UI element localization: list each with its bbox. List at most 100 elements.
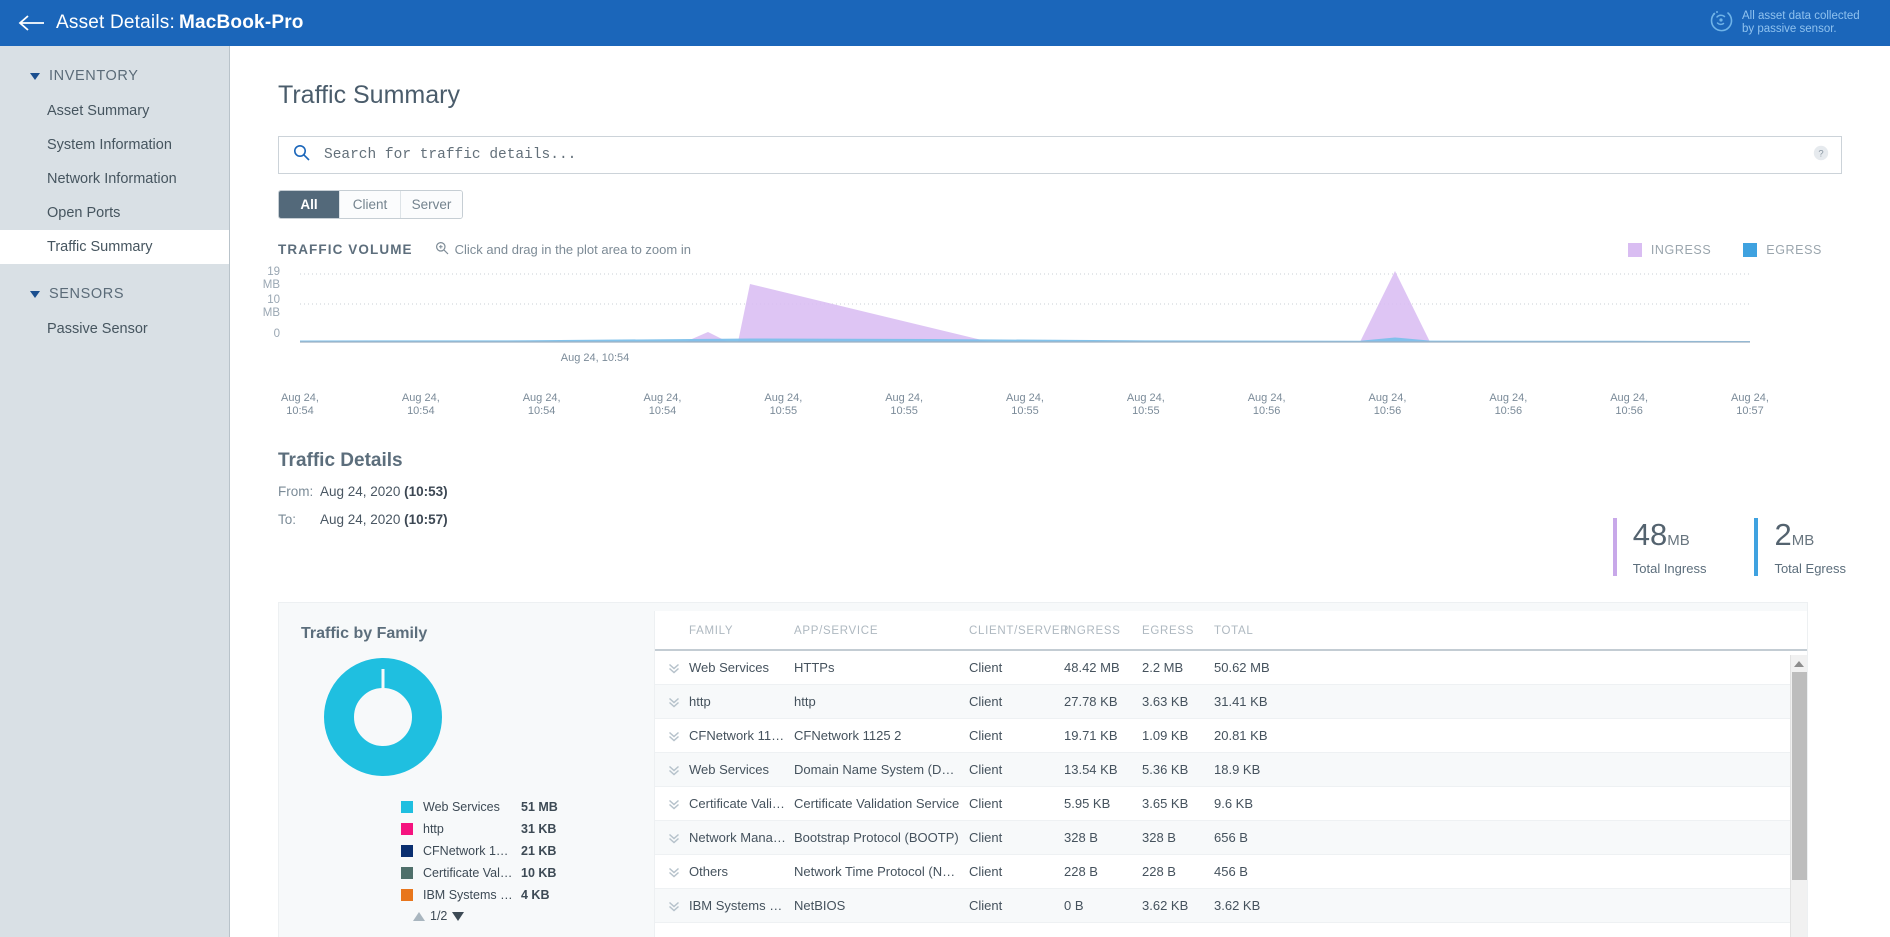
family-legend-item[interactable]: Certificate Val… 10 KB — [401, 862, 654, 884]
row-expand-button[interactable] — [655, 888, 689, 923]
chart-legend: INGRESS EGRESS — [1627, 243, 1822, 257]
row-expand-button[interactable] — [655, 718, 689, 753]
table-row[interactable]: IBM Systems Net… NetBIOS Client 0 B 3.62 KB 3… — [655, 888, 1807, 923]
row-expand-button[interactable] — [655, 786, 689, 821]
asset-details-page: Asset Details: MacBook-Pro All asset data… — [0, 0, 1890, 937]
chart-title: TRAFFIC VOLUME — [278, 242, 413, 257]
col-app-service[interactable]: APP/SERVICE — [794, 611, 969, 651]
col-expand — [655, 611, 689, 651]
cell-family: CFNetwork 1125 2 — [689, 718, 794, 753]
traffic-by-family-title: Traffic by Family — [301, 625, 428, 642]
scroll-up-arrow-icon[interactable] — [1791, 655, 1807, 672]
table-row[interactable]: Others Network Time Protocol (NTP) Client 2… — [655, 854, 1807, 889]
family-legend-item[interactable]: http 31 KB — [401, 818, 654, 840]
sidebar-item-passive-sensor[interactable]: Passive Sensor — [0, 312, 229, 346]
traffic-details-title: Traffic Details — [278, 450, 403, 471]
x-axis-ticks: Aug 24, 10:54 — [230, 352, 1890, 388]
traffic-volume-plot[interactable]: 19 MB 10 MB 0 Aug 24, 10:54 — [230, 266, 1890, 390]
row-expand-button[interactable] — [655, 684, 689, 719]
chevron-double-down-icon — [669, 731, 679, 742]
family-legend-item[interactable]: CFNetwork 1… 21 KB — [401, 840, 654, 862]
total-ingress-value-wrap: 48MB — [1633, 518, 1707, 558]
row-expand-button[interactable] — [655, 752, 689, 787]
cell-app-service: Certificate Validation Service — [794, 786, 969, 821]
sidebar-item-traffic-summary[interactable]: Traffic Summary — [0, 230, 229, 264]
sidebar-item-asset-summary[interactable]: Asset Summary — [0, 94, 229, 128]
x-axis-tick-label: Aug 24, 10:56 — [1489, 392, 1528, 417]
sidebar-group-sensors[interactable]: SENSORS — [0, 264, 229, 312]
tab-all[interactable]: All — [279, 191, 340, 218]
table-row[interactable]: Network Manage… Bootstrap Protocol (BOOTP… — [655, 820, 1807, 855]
legend-label-egress: EGRESS — [1766, 243, 1822, 257]
search-icon — [293, 144, 310, 166]
sidebar-item-open-ports[interactable]: Open Ports — [0, 196, 229, 230]
cell-client-server: Client — [969, 752, 1064, 787]
chevron-down-icon — [30, 290, 40, 298]
total-ingress: 48MB Total Ingress — [1612, 518, 1707, 576]
triangle-up-icon[interactable] — [413, 911, 425, 921]
help-circle-icon[interactable]: ? — [1813, 145, 1829, 166]
x-axis-tick-label: Aug 24, 10:56 — [1610, 392, 1649, 417]
table-row[interactable]: Certificate Valida… Certificate Validatio… — [655, 786, 1807, 821]
sidebar-group-label: INVENTORY — [49, 68, 139, 84]
legend-swatch-cfnetwork — [401, 845, 413, 857]
cell-egress: 1.09 KB — [1142, 718, 1214, 753]
x-axis-tick-label: Aug 24, 10:54 — [281, 392, 319, 417]
from-label: From: — [278, 484, 314, 499]
total-ingress-unit: MB — [1667, 532, 1690, 549]
table-row[interactable]: http http Client 27.78 KB 3.63 KB 31.41 KB — [655, 684, 1807, 719]
row-expand-button[interactable] — [655, 820, 689, 855]
family-legend-value: 21 KB — [521, 844, 557, 858]
sidebar: INVENTORY Asset Summary System Informati… — [0, 46, 230, 937]
col-family[interactable]: FAMILY — [689, 611, 794, 651]
x-axis-tick-label: Aug 24, 10:55 — [1006, 392, 1044, 417]
arrow-left-icon[interactable] — [14, 6, 48, 40]
traffic-by-family-card: Traffic by Family Web Services 51 MB htt… — [279, 603, 654, 937]
total-egress: 2MB Total Egress — [1754, 518, 1846, 576]
cell-ingress: 5.95 KB — [1064, 786, 1142, 821]
tab-client[interactable]: Client — [340, 191, 401, 218]
cell-app-service: Domain Name System (DNS) — [794, 752, 969, 787]
search-input[interactable] — [322, 146, 1813, 164]
svg-text:?: ? — [1818, 148, 1823, 159]
family-legend-item[interactable]: Web Services 51 MB — [401, 796, 654, 818]
family-donut-chart[interactable] — [323, 657, 654, 782]
legend-item-egress[interactable]: EGRESS — [1743, 243, 1822, 257]
col-total[interactable]: TOTAL — [1214, 611, 1807, 651]
table-row[interactable]: Web Services HTTPs Client 48.42 MB 2.2 MB 50.… — [655, 650, 1807, 685]
family-legend-label: http — [423, 822, 444, 836]
row-expand-button[interactable] — [655, 854, 689, 889]
cell-family: Certificate Valida… — [689, 786, 794, 821]
sidebar-group-inventory[interactable]: INVENTORY — [0, 46, 229, 94]
total-egress-unit: MB — [1791, 532, 1815, 549]
scrollbar-thumb[interactable] — [1792, 672, 1807, 880]
chevron-double-down-icon — [669, 833, 679, 844]
col-ingress[interactable]: INGRESS — [1064, 611, 1142, 651]
family-legend-pager: 1/2 — [413, 909, 654, 923]
table-row[interactable]: CFNetwork 1125 2 CFNetwork 1125 2 Client 19… — [655, 718, 1807, 753]
tab-server[interactable]: Server — [401, 191, 462, 218]
cell-egress: 5.36 KB — [1142, 752, 1214, 787]
family-legend-item[interactable]: IBM Systems … 4 KB — [401, 884, 654, 906]
table-vertical-scrollbar[interactable] — [1790, 655, 1807, 937]
family-legend-value: 10 KB — [521, 866, 557, 880]
row-expand-button[interactable] — [655, 650, 689, 685]
table-row[interactable]: Web Services Domain Name System (DNS) Clie… — [655, 752, 1807, 787]
legend-swatch-ibm-systems — [401, 889, 413, 901]
cell-ingress: 328 B — [1064, 820, 1142, 855]
triangle-down-icon[interactable] — [452, 911, 465, 921]
totals-group: 48MB Total Ingress 2MB Total Egress — [1612, 518, 1846, 576]
col-client-server[interactable]: CLIENT/SERVER — [969, 611, 1069, 651]
chart-zoom-hint-text: Click and drag in the plot area to zoom … — [454, 242, 691, 257]
from-time: (10:53) — [404, 484, 448, 499]
cell-total: 31.41 KB — [1214, 684, 1807, 719]
family-legend: Web Services 51 MB http 31 KB CFNetwork … — [401, 796, 654, 923]
legend-item-ingress[interactable]: INGRESS — [1627, 243, 1711, 257]
col-egress[interactable]: EGRESS — [1142, 611, 1214, 651]
x-axis-tick-label: Aug 24, 10:57 — [1731, 392, 1769, 417]
cell-family: Others — [689, 854, 794, 889]
sidebar-item-network-information[interactable]: Network Information — [0, 162, 229, 196]
chevron-double-down-icon — [669, 663, 679, 674]
cell-client-server: Client — [969, 684, 1064, 719]
sidebar-item-system-information[interactable]: System Information — [0, 128, 229, 162]
